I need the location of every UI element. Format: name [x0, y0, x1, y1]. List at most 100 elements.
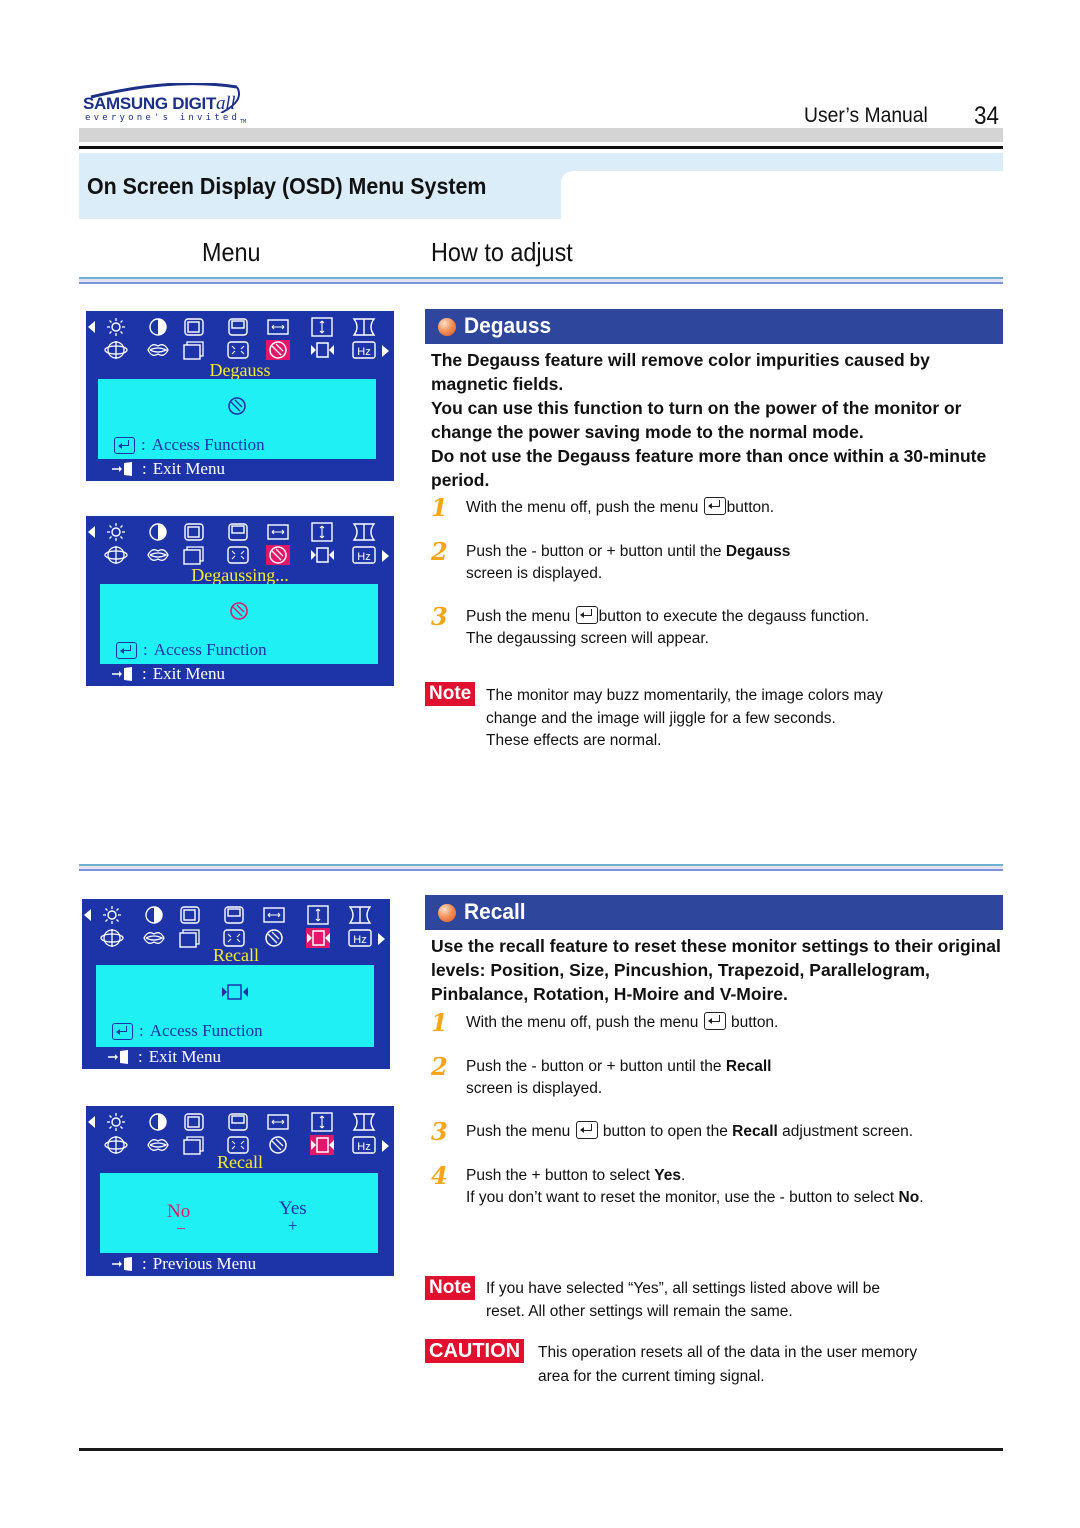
- moire-icon: [146, 545, 170, 565]
- h-position-icon: [182, 317, 206, 337]
- intro-paragraph: The Degauss feature will remove color im…: [431, 350, 930, 394]
- scroll-left-arrow-icon: [88, 1116, 95, 1128]
- exit-door-icon: [112, 1256, 136, 1272]
- frequency-icon: Hz: [352, 545, 376, 565]
- contrast-icon: [146, 522, 170, 542]
- scroll-left-arrow-icon: [88, 321, 95, 333]
- bullet-ball-icon: [438, 904, 456, 922]
- section-divider: [79, 864, 1003, 872]
- step-number: 1: [431, 493, 448, 522]
- degauss-icon: [266, 340, 290, 360]
- minus-sign: −: [176, 1219, 186, 1238]
- exit-door-icon: [112, 666, 136, 682]
- logo-brand: SAMSUNG DIGITall: [83, 93, 236, 114]
- exit-door-icon: [112, 461, 136, 477]
- svg-text:Hz: Hz: [357, 551, 370, 563]
- size-icon: [226, 545, 250, 565]
- v-size-icon: [310, 1112, 334, 1132]
- header-gray-bar: [79, 128, 1003, 142]
- column-heading-how-to-adjust: How to adjust: [431, 237, 573, 267]
- step-number: 2: [431, 1052, 448, 1081]
- osd-icon-bar: Hz: [86, 520, 394, 570]
- pincushion-icon: [348, 905, 372, 925]
- moire-icon: [146, 340, 170, 360]
- h-size-icon: [266, 1112, 290, 1132]
- recall-icon: [310, 340, 334, 360]
- h-size-icon: [262, 905, 286, 925]
- pincushion-icon: [352, 522, 376, 542]
- osd-caption: Recall: [217, 1152, 263, 1172]
- osd-screen-recall: Hz Recall : Access Function : Exit Menu: [82, 899, 390, 1069]
- note-badge: Note: [425, 682, 476, 706]
- scroll-right-arrow-icon: [382, 1140, 389, 1152]
- recall-icon: [222, 983, 248, 1006]
- section-title: On Screen Display (OSD) Menu System: [87, 173, 487, 199]
- pincushion-icon: [352, 317, 376, 337]
- scroll-right-arrow-icon: [382, 345, 389, 357]
- intro-paragraph: You can use this function to turn on the…: [431, 398, 962, 442]
- contrast-icon: [146, 1112, 170, 1132]
- note-text: reset. All other settings will remain th…: [486, 1303, 793, 1320]
- v-position-icon: [226, 317, 250, 337]
- enter-icon: [116, 641, 137, 659]
- scroll-left-arrow-icon: [84, 909, 91, 921]
- osd-access-function: : Access Function: [114, 435, 265, 455]
- degauss-icon: [228, 600, 250, 627]
- contrast-icon: [146, 317, 170, 337]
- title-tab-corner: [561, 171, 575, 185]
- osd-screen-degaussing: Hz Degaussing... : Access Function : Exit …: [86, 516, 394, 686]
- osd-access-function: : Access Function: [116, 640, 267, 660]
- note-text: The monitor may buzz momentarily, the im…: [486, 687, 883, 704]
- brightness-icon: [100, 905, 124, 925]
- step-number: 3: [431, 1117, 448, 1146]
- osd-panel: No − Yes +: [100, 1173, 378, 1253]
- size-icon: [226, 340, 250, 360]
- osd-exit-menu: : Exit Menu: [112, 664, 225, 684]
- section-divider: [79, 277, 1003, 285]
- osd-previous-menu: : Previous Menu: [112, 1254, 256, 1274]
- scroll-right-arrow-icon: [378, 933, 385, 945]
- title-band: [79, 153, 1003, 171]
- plus-sign: +: [288, 1216, 298, 1235]
- note-text: These effects are normal.: [486, 732, 662, 749]
- v-size-icon: [306, 905, 330, 925]
- osd-screen-degauss: Hz Degauss : Access Function : Exit Menu: [86, 311, 394, 481]
- osd-exit-menu: : Exit Menu: [108, 1047, 221, 1067]
- intro-paragraph: Use the recall feature to reset these mo…: [431, 936, 1001, 1004]
- page-number: 34: [974, 102, 1000, 130]
- language-icon: [182, 545, 206, 565]
- recall-heading-bar: Recall: [425, 895, 1003, 930]
- rotation-icon: [104, 340, 128, 360]
- svg-text:Hz: Hz: [357, 346, 370, 358]
- v-size-icon: [310, 317, 334, 337]
- brightness-icon: [104, 522, 128, 542]
- note-text: If you have selected “Yes”, all settings…: [486, 1280, 881, 1297]
- v-size-icon: [310, 522, 334, 542]
- v-position-icon: [222, 905, 246, 925]
- menu-enter-icon: [703, 497, 726, 515]
- caution-text: This operation resets all of the data in…: [538, 1344, 918, 1361]
- language-icon: [182, 340, 206, 360]
- exit-door-icon: [108, 1049, 132, 1065]
- samsung-logo: SAMSUNG DIGITall everyone's invitedTM: [83, 83, 247, 129]
- menu-enter-icon: [575, 1121, 598, 1139]
- pincushion-icon: [352, 1112, 376, 1132]
- recall-heading: Recall: [464, 899, 526, 924]
- osd-exit-menu: : Exit Menu: [112, 459, 225, 479]
- osd-icon-bar: Hz: [86, 315, 394, 365]
- degauss-intro: The Degauss feature will remove color im…: [431, 348, 996, 492]
- degauss-icon: [226, 395, 248, 422]
- scroll-right-arrow-icon: [382, 550, 389, 562]
- brightness-icon: [104, 1112, 128, 1132]
- intro-paragraph: Do not use the Degauss feature more than…: [431, 446, 987, 490]
- h-size-icon: [266, 522, 290, 542]
- logo-tagline: everyone's invitedTM: [85, 113, 247, 125]
- osd-caption: Degauss: [209, 360, 271, 380]
- step-number: 3: [431, 602, 448, 631]
- v-position-icon: [226, 1112, 250, 1132]
- h-size-icon: [266, 317, 290, 337]
- manual-label: User’s Manual: [804, 104, 928, 127]
- enter-icon: [112, 1022, 133, 1040]
- brightness-icon: [104, 317, 128, 337]
- footer-rule: [79, 1448, 1003, 1451]
